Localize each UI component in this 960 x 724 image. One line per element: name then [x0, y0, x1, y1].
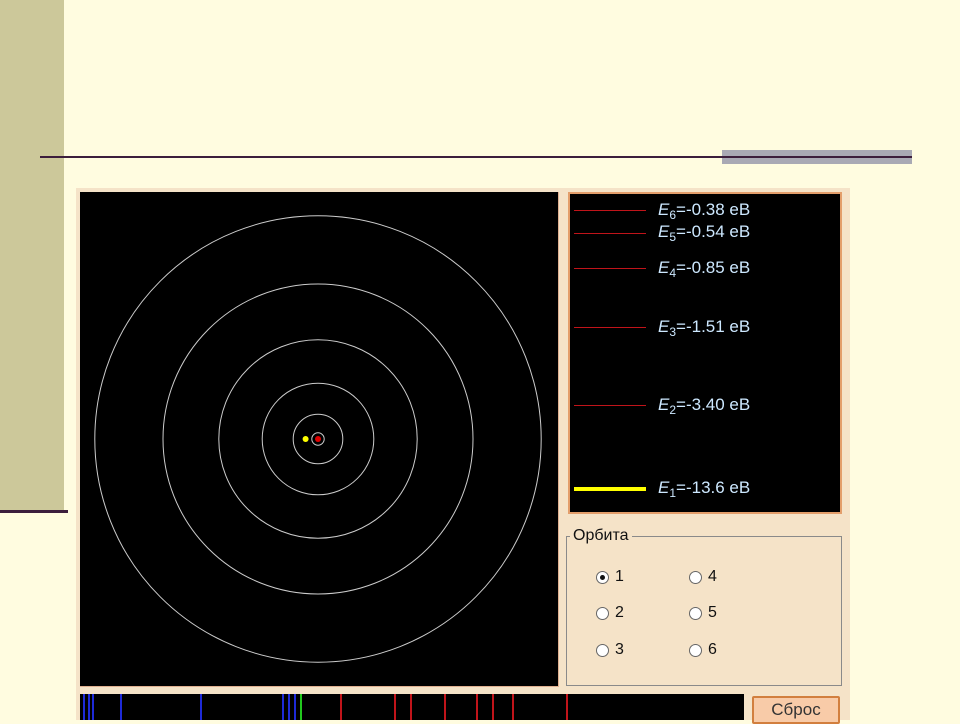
spectrum-line — [512, 694, 514, 720]
radio-button-icon[interactable] — [596, 570, 609, 584]
orbit-radio-3[interactable]: 3 — [596, 641, 624, 659]
radio-button-icon[interactable] — [689, 643, 702, 657]
orbit-view — [80, 192, 559, 687]
orbit-radio-6[interactable]: 6 — [689, 641, 717, 659]
radio-button-icon[interactable] — [596, 643, 609, 657]
spectrum-line — [294, 694, 296, 720]
energy-level-5-label: E5=-0.54 eB — [658, 222, 751, 245]
spectrum-line — [282, 694, 284, 720]
title-rule-accent — [722, 150, 912, 164]
spectrum-line — [120, 694, 122, 720]
energy-level-6-label: E6=-0.38 eB — [658, 200, 751, 223]
orbit-diagram — [94, 215, 542, 663]
spectrum-line — [300, 694, 302, 720]
electron — [302, 436, 309, 442]
energy-level-1-label: E1=-13.6 eB — [658, 478, 751, 501]
orbit-radio-label: 3 — [615, 641, 624, 658]
nucleus — [315, 436, 321, 442]
energy-level-3-line — [574, 327, 646, 328]
orbit-radio-5[interactable]: 5 — [689, 604, 717, 622]
sidebar-rule — [0, 510, 68, 513]
energy-level-3-label: E3=-1.51 eB — [658, 317, 751, 340]
spectrum-line — [492, 694, 494, 720]
orbit-radio-1[interactable]: 1 — [596, 568, 624, 586]
spectrum-line — [92, 694, 94, 720]
energy-level-4-line — [574, 268, 646, 269]
energy-level-5-line — [574, 233, 646, 234]
radio-button-icon[interactable] — [689, 606, 702, 620]
spectrum-line — [444, 694, 446, 720]
radio-button-icon[interactable] — [689, 570, 702, 584]
energy-level-diagram: E6=-0.38 eB E5=-0.54 eB E4=-0.85 eB E3=-… — [568, 192, 842, 514]
radio-button-icon[interactable] — [596, 606, 609, 620]
spectrum-line — [476, 694, 478, 720]
orbit-radio-label: 4 — [708, 568, 717, 585]
spectrum-line — [394, 694, 396, 720]
orbit-selector-title: Орбита — [570, 527, 632, 545]
orbit-radio-label: 2 — [615, 604, 624, 621]
orbit-radio-label: 1 — [615, 568, 624, 585]
spectrum-line — [88, 694, 90, 720]
energy-level-4-label: E4=-0.85 eB — [658, 258, 751, 281]
energy-level-2-line — [574, 405, 646, 406]
spectrum-line — [200, 694, 202, 720]
energy-level-1-line — [574, 487, 646, 491]
spectrum-line — [340, 694, 342, 720]
spectrum-line — [566, 694, 568, 720]
spectrum-line — [288, 694, 290, 720]
emission-spectrum — [80, 694, 744, 720]
orbit-radio-2[interactable]: 2 — [596, 604, 624, 622]
energy-level-2-label: E2=-3.40 eB — [658, 395, 751, 418]
orbit-radio-label: 5 — [708, 604, 717, 621]
spectrum-line — [83, 694, 85, 720]
orbit-radio-4[interactable]: 4 — [689, 568, 717, 586]
slide-sidebar — [0, 0, 64, 510]
energy-level-6-line — [574, 210, 646, 211]
spectrum-line — [410, 694, 412, 720]
orbit-radio-label: 6 — [708, 641, 717, 658]
